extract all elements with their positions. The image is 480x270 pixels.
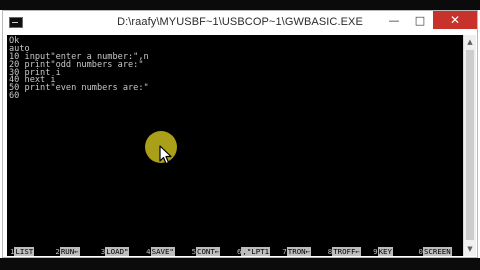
function-key-4: 4 SAVE" (146, 247, 175, 256)
screen: D:\raafy\MYUSBF~1\USBCOP~1\GWBASIC.EXE —… (0, 0, 480, 270)
console-window: D:\raafy\MYUSBF~1\USBCOP~1\GWBASIC.EXE —… (2, 10, 478, 258)
function-key-3: 3 LOAD" (100, 247, 130, 256)
close-button[interactable]: ✕ (433, 11, 477, 29)
maximize-button[interactable]: □ (407, 11, 433, 29)
scrollbar-thumb[interactable] (466, 50, 474, 240)
console-line: 60 (9, 91, 20, 102)
letterbox-bottom (0, 258, 480, 270)
title-bar[interactable]: D:\raafy\MYUSBF~1\USBCOP~1\GWBASIC.EXE —… (3, 11, 477, 35)
minimize-button[interactable]: — (381, 11, 407, 29)
function-key-2: 2 RUN← (55, 247, 80, 256)
window-controls: — □ ✕ (381, 11, 477, 31)
console-line: Ok (9, 36, 20, 46)
function-key-7: 7 TRON← (282, 247, 312, 256)
function-key-5: 5 CONT← (191, 247, 221, 256)
function-key-10: 0 SCREEN (418, 247, 452, 256)
vertical-scrollbar[interactable]: ▲ ▼ (463, 35, 476, 256)
function-key-6: 6 ,"LPT1 (236, 247, 271, 256)
console-line: 50 print"even numbers are:" (9, 83, 149, 94)
console-output: Ok auto 10 input"enter a number:",n 20 prin… (9, 36, 149, 102)
scroll-down-arrow-icon[interactable]: ▼ (464, 242, 476, 256)
mouse-pointer-icon (159, 145, 172, 165)
function-key-bar: 1 LIST 2 RUN← 3 LOAD" 4 SAVE" 5 CONT← 6 ,"LPT1… (10, 247, 463, 256)
letterbox-top (0, 0, 480, 10)
scroll-up-arrow-icon[interactable]: ▲ (464, 35, 476, 49)
function-key-9: 9 KEY (373, 247, 393, 256)
function-key-8: 8 TROFF← (327, 247, 361, 256)
console-area[interactable]: Ok auto 10 input"enter a number:",n 20 prin… (7, 35, 463, 256)
function-key-1: 1 LIST (10, 247, 35, 256)
